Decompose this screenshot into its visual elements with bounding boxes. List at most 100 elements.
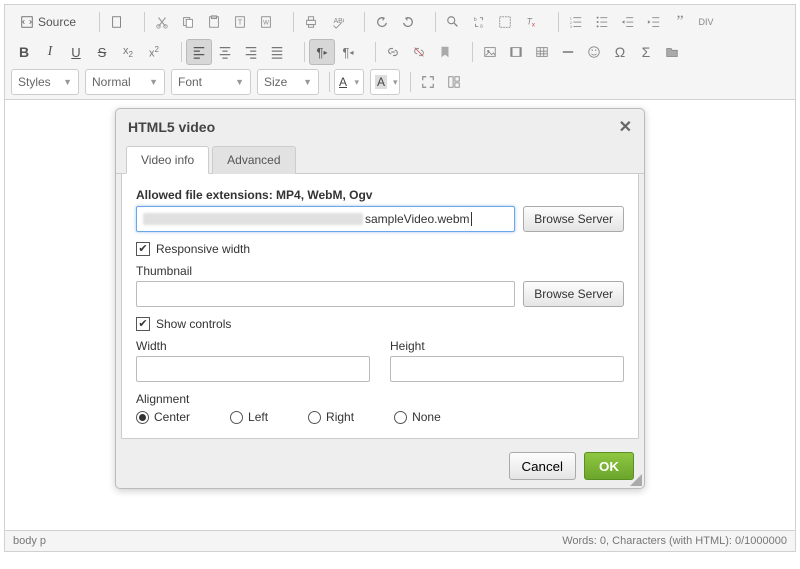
strike-icon[interactable]: S xyxy=(89,39,115,65)
tab-video-info[interactable]: Video info xyxy=(126,146,209,174)
font-select[interactable]: Font▼ xyxy=(171,69,251,95)
hr-icon[interactable] xyxy=(555,39,581,65)
math-icon[interactable]: Σ xyxy=(633,39,659,65)
paste-text-icon[interactable]: T xyxy=(227,9,253,35)
indent-icon[interactable] xyxy=(641,9,667,35)
copy-icon[interactable] xyxy=(175,9,201,35)
close-icon[interactable]: ✕ xyxy=(619,117,632,137)
cut-icon[interactable] xyxy=(149,9,175,35)
format-select[interactable]: Normal▼ xyxy=(85,69,165,95)
find-icon[interactable] xyxy=(440,9,466,35)
show-controls-checkbox[interactable]: ✔ Show controls xyxy=(136,317,624,331)
link-icon[interactable] xyxy=(380,39,406,65)
video-icon[interactable] xyxy=(503,39,529,65)
radio-icon xyxy=(136,411,149,424)
folder-icon[interactable] xyxy=(659,39,685,65)
svg-text:T: T xyxy=(238,20,243,27)
width-input[interactable] xyxy=(136,356,370,382)
ok-button[interactable]: OK xyxy=(584,452,634,480)
align-left-radio[interactable]: Left xyxy=(230,410,268,424)
blockquote-icon[interactable]: ” xyxy=(667,9,693,35)
font-select-label: Font xyxy=(178,75,202,89)
subscript-icon[interactable]: x2 xyxy=(115,39,141,65)
width-label: Width xyxy=(136,339,370,353)
radio-icon xyxy=(308,411,321,424)
height-input[interactable] xyxy=(390,356,624,382)
italic-icon[interactable]: I xyxy=(37,39,63,65)
align-center-radio[interactable]: Center xyxy=(136,410,190,424)
redo-icon[interactable] xyxy=(395,9,421,35)
show-controls-label: Show controls xyxy=(156,317,231,331)
bulleted-list-icon[interactable] xyxy=(589,9,615,35)
browse-server-button-1[interactable]: Browse Server xyxy=(523,206,624,232)
responsive-width-checkbox[interactable]: ✔ Responsive width xyxy=(136,242,624,256)
bg-color-select[interactable]: A▾ xyxy=(370,69,400,95)
checkbox-checked-icon: ✔ xyxy=(136,242,150,256)
align-left-icon[interactable] xyxy=(186,39,212,65)
toolbar-row-2: B I U S x2 x2 ¶▸ ¶◂ xyxy=(11,39,789,65)
svg-text:x: x xyxy=(532,21,535,28)
status-bar: body p Words: 0, Characters (with HTML):… xyxy=(5,530,795,551)
text-color-select[interactable]: A▾ xyxy=(334,69,364,95)
div-icon[interactable]: DIV xyxy=(693,9,719,35)
align-right-radio[interactable]: Right xyxy=(308,410,354,424)
toolbar-row-3: Styles▼ Normal▼ Font▼ Size▼ A▾ A▾ xyxy=(11,69,789,95)
word-count: Words: 0, Characters (with HTML): 0/1000… xyxy=(562,535,787,547)
replace-icon[interactable]: ba xyxy=(466,9,492,35)
radio-icon xyxy=(230,411,243,424)
dialog-titlebar[interactable]: HTML5 video ✕ xyxy=(116,109,644,145)
svg-text:b: b xyxy=(474,17,477,23)
table-icon[interactable] xyxy=(529,39,555,65)
dialog-tabs: Video info Advanced xyxy=(116,145,644,174)
special-char-icon[interactable]: Ω xyxy=(607,39,633,65)
anchor-icon[interactable] xyxy=(432,39,458,65)
element-path[interactable]: body p xyxy=(13,535,46,547)
dialog-title: HTML5 video xyxy=(128,119,215,135)
align-none-radio[interactable]: None xyxy=(394,410,441,424)
align-justify-icon[interactable] xyxy=(264,39,290,65)
paste-word-icon[interactable]: W xyxy=(253,9,279,35)
smiley-icon[interactable] xyxy=(581,39,607,65)
obscured-url-prefix xyxy=(143,213,363,225)
svg-text:a: a xyxy=(480,23,483,29)
show-blocks-icon[interactable] xyxy=(441,69,467,95)
paste-icon[interactable] xyxy=(201,9,227,35)
superscript-icon[interactable]: x2 xyxy=(141,39,167,65)
svg-text:1: 1 xyxy=(570,16,572,20)
editor-body[interactable]: HTML5 video ✕ Video info Advanced Allowe… xyxy=(5,100,795,530)
select-all-icon[interactable] xyxy=(492,9,518,35)
tab-advanced[interactable]: Advanced xyxy=(212,146,295,174)
outdent-icon[interactable] xyxy=(615,9,641,35)
video-url-input[interactable]: sampleVideo.webm xyxy=(136,206,515,232)
bold-icon[interactable]: B xyxy=(11,39,37,65)
print-icon[interactable] xyxy=(298,9,324,35)
cancel-button[interactable]: Cancel xyxy=(509,452,577,480)
format-select-label: Normal xyxy=(92,75,131,89)
video-url-suffix: sampleVideo.webm xyxy=(365,212,470,226)
radio-icon xyxy=(394,411,407,424)
styles-select[interactable]: Styles▼ xyxy=(11,69,79,95)
ltr-icon[interactable]: ¶▸ xyxy=(309,39,335,65)
align-center-icon[interactable] xyxy=(212,39,238,65)
resize-grip-icon[interactable] xyxy=(630,474,642,486)
image-icon[interactable] xyxy=(477,39,503,65)
source-button[interactable]: Source xyxy=(11,9,85,35)
remove-format-icon[interactable]: Tx xyxy=(518,9,544,35)
thumbnail-input[interactable] xyxy=(136,281,515,307)
new-page-icon[interactable] xyxy=(104,9,130,35)
responsive-width-label: Responsive width xyxy=(156,242,250,256)
maximize-icon[interactable] xyxy=(415,69,441,95)
size-select[interactable]: Size▼ xyxy=(257,69,319,95)
numbered-list-icon[interactable]: 123 xyxy=(563,9,589,35)
video-dialog: HTML5 video ✕ Video info Advanced Allowe… xyxy=(115,108,645,489)
underline-icon[interactable]: U xyxy=(63,39,89,65)
rtl-icon[interactable]: ¶◂ xyxy=(335,39,361,65)
align-right-icon[interactable] xyxy=(238,39,264,65)
undo-icon[interactable] xyxy=(369,9,395,35)
spellcheck-icon[interactable]: ABC xyxy=(324,9,350,35)
thumbnail-label: Thumbnail xyxy=(136,264,624,278)
toolbar: Source T W ABC xyxy=(5,5,795,100)
unlink-icon[interactable] xyxy=(406,39,432,65)
browse-server-button-2[interactable]: Browse Server xyxy=(523,281,624,307)
svg-text:3: 3 xyxy=(570,25,572,29)
